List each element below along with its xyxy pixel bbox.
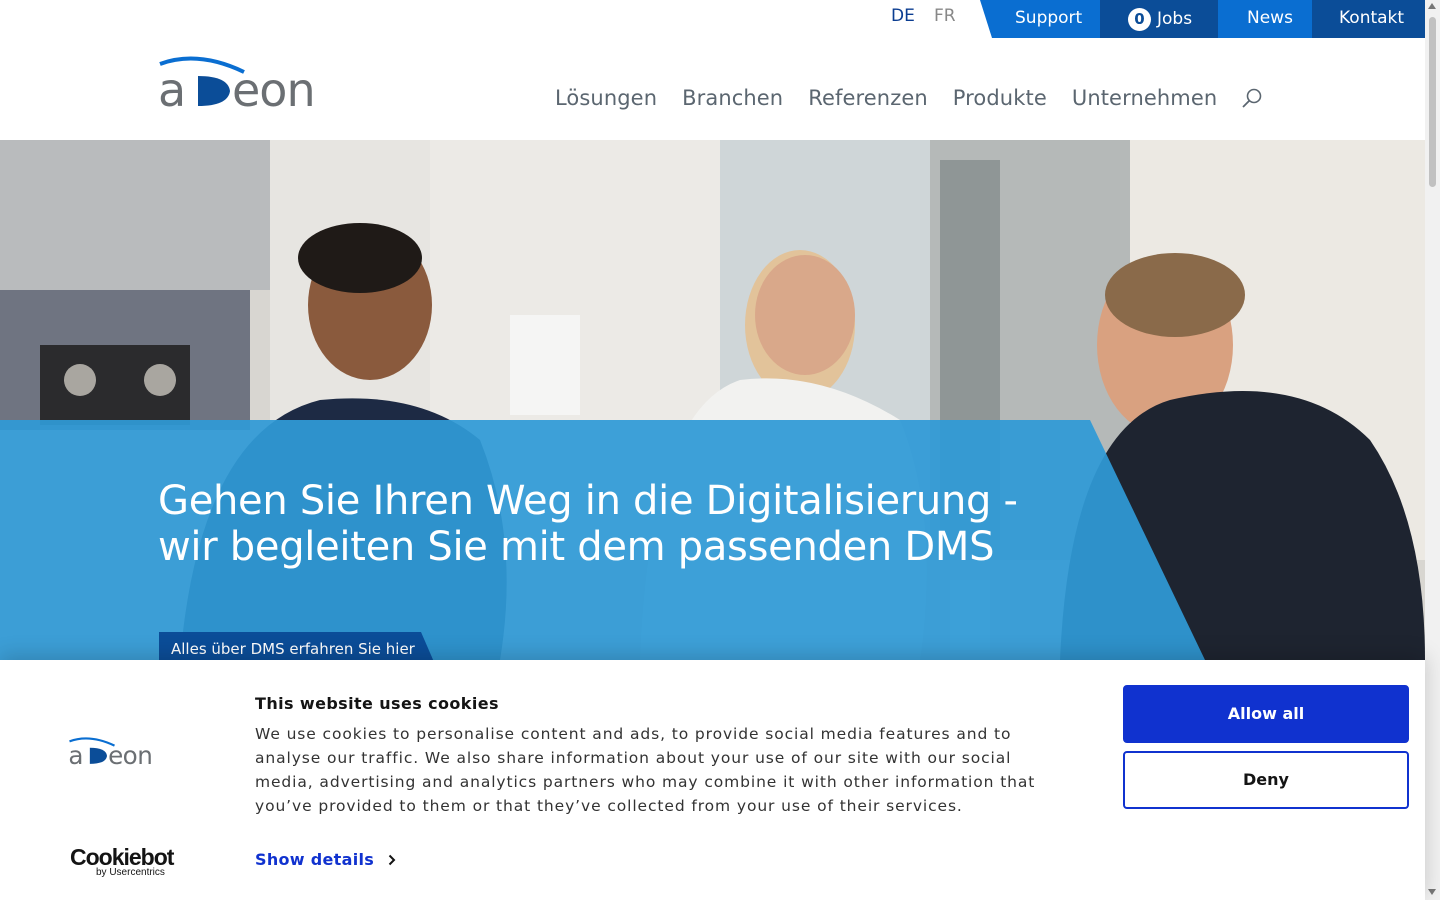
jobs-link[interactable]: 0 Jobs <box>1128 0 1192 38</box>
language-fr-link[interactable]: FR <box>934 6 956 26</box>
kontakt-link[interactable]: Kontakt <box>1339 0 1404 38</box>
main-nav: Lösungen Branchen Referenzen Produkte Un… <box>555 86 1242 110</box>
nav-item-unternehmen[interactable]: Unternehmen <box>1072 86 1217 110</box>
nav-item-loesungen[interactable]: Lösungen <box>555 86 657 110</box>
hero-title-line1: Gehen Sie Ihren Weg in die Digitalisieru… <box>158 478 1018 524</box>
chevron-right-icon <box>388 854 396 865</box>
adeon-logo-graphic: a eon <box>158 56 316 117</box>
nav-item-produkte[interactable]: Produkte <box>953 86 1047 110</box>
svg-text:eon: eon <box>232 63 315 110</box>
adeon-logo[interactable]: a eon <box>158 54 358 117</box>
allow-all-button[interactable]: Allow all <box>1123 685 1409 743</box>
page-scrollbar[interactable] <box>1425 0 1440 900</box>
cookie-banner-logo-graphic: a eon <box>68 737 153 770</box>
hero-cta-label: Alles über DMS erfahren Sie hier <box>171 640 415 658</box>
cookie-banner-adeon-logo: a eon <box>68 736 176 770</box>
news-link[interactable]: News <box>1247 0 1293 38</box>
hero-banner: Gehen Sie Ihren Weg in die Digitalisieru… <box>0 140 1425 660</box>
scroll-up-arrow-icon[interactable] <box>1428 3 1436 9</box>
nav-item-branchen[interactable]: Branchen <box>682 86 783 110</box>
show-details-link[interactable]: Show details <box>255 850 396 869</box>
nav-item-referenzen[interactable]: Referenzen <box>808 86 928 110</box>
jobs-count-badge: 0 <box>1128 7 1151 31</box>
cookiebot-by-usercentrics: by Usercentrics <box>96 867 165 878</box>
hero-title-line2: wir begleiten Sie mit dem passenden DMS <box>158 524 995 570</box>
search-icon[interactable] <box>1241 88 1263 114</box>
jobs-label: Jobs <box>1157 9 1193 29</box>
scroll-down-arrow-icon[interactable] <box>1428 889 1436 895</box>
svg-text:a: a <box>158 63 185 110</box>
svg-text:eon: eon <box>108 741 152 766</box>
svg-text:a: a <box>68 741 83 766</box>
cookie-consent-banner: a eon Cookiebot by Usercentrics This web… <box>0 660 1425 900</box>
support-link[interactable]: Support <box>1015 0 1082 38</box>
show-details-label: Show details <box>255 850 375 869</box>
scrollbar-thumb[interactable] <box>1429 17 1436 187</box>
hero-photo <box>0 140 1425 660</box>
language-de-link[interactable]: DE <box>891 6 915 26</box>
deny-button[interactable]: Deny <box>1123 751 1409 809</box>
cookie-banner-title: This website uses cookies <box>255 694 499 713</box>
cookie-banner-text: We use cookies to personalise content an… <box>255 725 1036 815</box>
hero-cta-button[interactable]: Alles über DMS erfahren Sie hier <box>159 632 434 662</box>
cookiebot-logo[interactable]: Cookiebot by Usercentrics <box>70 844 174 878</box>
hero-title: Gehen Sie Ihren Weg in die Digitalisieru… <box>158 478 1058 570</box>
